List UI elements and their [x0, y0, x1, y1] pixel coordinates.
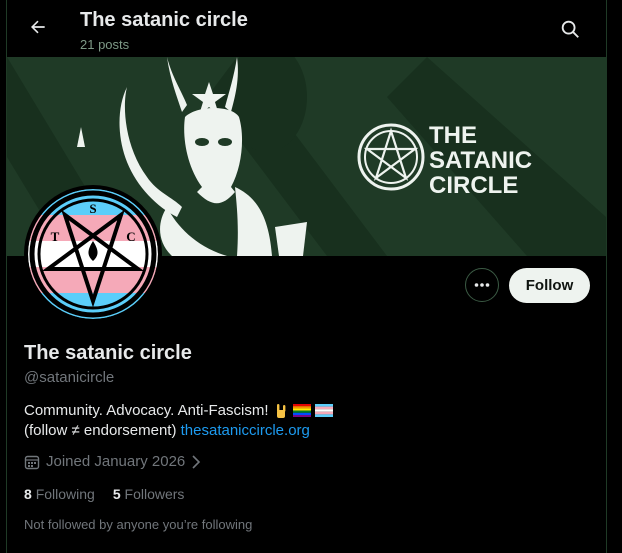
followers-stat[interactable]: 5 Followers [113, 486, 185, 502]
post-count: 21 posts [80, 37, 130, 52]
arrow-left-icon [31, 20, 45, 34]
chevron-right-icon [192, 454, 201, 469]
bio-disclaimer: (follow ≠ endorsement) [24, 422, 177, 439]
profile-handle: @satanicircle [24, 369, 115, 386]
bio-line-2: (follow ≠ endorsement) thesataniccircle.… [24, 422, 310, 439]
search-button[interactable] [559, 18, 581, 40]
bio-text: Community. Advocacy. Anti-Fascism! [24, 402, 269, 419]
banner-logo-text: THE SATANIC CIRCLE [429, 123, 532, 198]
sign-of-horns-emoji-icon [273, 403, 289, 419]
following-label: Following [35, 486, 95, 502]
banner-logo-line: CIRCLE [429, 172, 519, 199]
banner-logo-line: THE [429, 122, 477, 149]
follow-stats: 8 Following 5 Followers [24, 486, 184, 502]
top-bar: The satanic circle 21 posts [7, 0, 606, 57]
more-horizontal-icon [474, 283, 490, 287]
search-icon [561, 20, 579, 38]
more-options-button[interactable] [465, 268, 499, 302]
header-title: The satanic circle [80, 9, 248, 31]
not-followed-note: Not followed by anyone you’re following [24, 517, 253, 532]
following-count: 8 [24, 486, 32, 502]
rainbow-flag-emoji-icon [292, 404, 311, 417]
avatar-letter-s: S [89, 201, 96, 216]
follow-button[interactable]: Follow [509, 268, 590, 303]
avatar-letter-t: T [51, 229, 60, 244]
joined-date[interactable]: Joined January 2026 [24, 453, 201, 470]
avatar-letter-c: C [126, 229, 135, 244]
right-border [606, 0, 607, 553]
profile-name: The satanic circle [24, 342, 192, 364]
website-link[interactable]: thesataniccircle.org [181, 422, 310, 439]
joined-text: Joined January 2026 [46, 453, 186, 470]
avatar[interactable]: S T C [24, 185, 162, 323]
bio-line-1: Community. Advocacy. Anti-Fascism! [24, 402, 333, 419]
followers-label: Followers [124, 486, 185, 502]
trans-flag-emoji-icon [314, 404, 333, 417]
back-button[interactable] [25, 14, 51, 40]
profile-page: The satanic circle 21 posts THE SATANIC … [0, 0, 622, 553]
trans-pentagram-icon: S T C [28, 189, 158, 319]
calendar-icon [24, 455, 40, 469]
banner-logo-line: SATANIC [429, 147, 533, 174]
avatar-image: S T C [28, 189, 158, 319]
following-stat[interactable]: 8 Following [24, 486, 95, 502]
followers-count: 5 [112, 486, 121, 502]
